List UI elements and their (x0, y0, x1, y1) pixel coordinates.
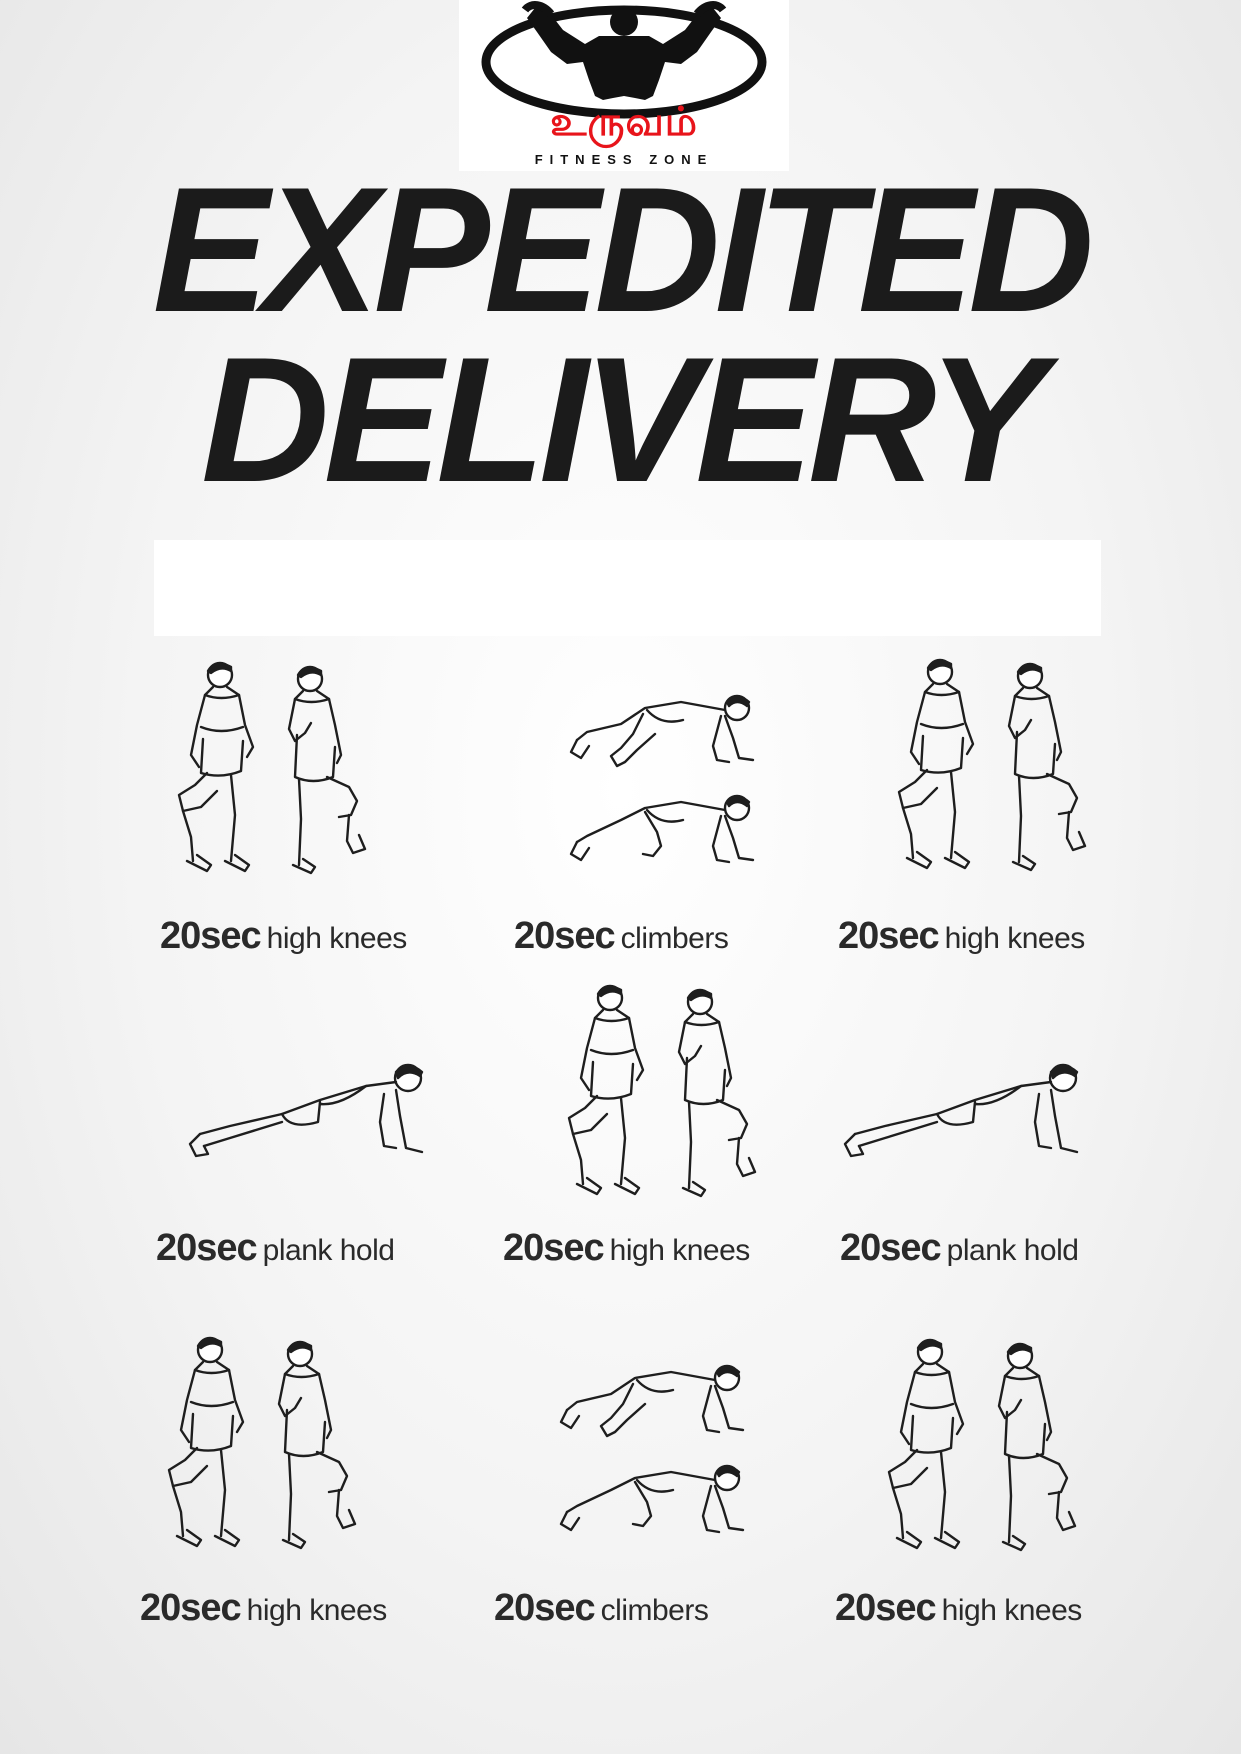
poster: உருவம் FITNESS ZONE EXPEDITED DELIVERY 2… (0, 0, 1241, 1754)
exercise-grid: 20sec high knees 20sec climbers 20sec high … (0, 0, 1241, 1754)
exercise-caption: 20sec high knees (838, 915, 1086, 957)
exercise-card (800, 1060, 1130, 1200)
exercise-name: high knees (941, 1594, 1083, 1627)
exercise-duration: 20sec (494, 1587, 596, 1629)
exercise-card (810, 1332, 1140, 1572)
high-knees-icon (567, 984, 757, 1198)
exercise-caption: 20sec plank hold (156, 1227, 395, 1269)
plank-hold-icon (843, 1063, 1079, 1158)
exercise-duration: 20sec (514, 915, 616, 957)
high-knees-icon (167, 1336, 357, 1550)
exercise-card (480, 1350, 810, 1570)
exercise-duration: 20sec (160, 915, 262, 957)
exercise-name: plank hold (946, 1234, 1079, 1267)
exercise-name: high knees (266, 922, 408, 955)
exercise-duration: 20sec (840, 1227, 942, 1269)
exercise-duration: 20sec (140, 1587, 242, 1629)
exercise-name: climbers (600, 1594, 709, 1627)
exercise-caption: 20sec climbers (494, 1587, 709, 1629)
climbers-icon (569, 694, 755, 864)
exercise-card (100, 655, 430, 895)
exercise-card (820, 652, 1150, 892)
climbers-icon (559, 1364, 745, 1534)
exercise-caption: 20sec high knees (503, 1227, 751, 1269)
exercise-card (490, 978, 820, 1218)
exercise-duration: 20sec (835, 1587, 937, 1629)
exercise-caption: 20sec plank hold (840, 1227, 1079, 1269)
exercise-card (490, 680, 820, 900)
high-knees-icon (887, 1338, 1077, 1552)
exercise-caption: 20sec high knees (835, 1587, 1083, 1629)
exercise-duration: 20sec (503, 1227, 605, 1269)
high-knees-icon (897, 658, 1087, 872)
exercise-name: climbers (620, 922, 729, 955)
exercise-card (90, 1330, 420, 1570)
exercise-caption: 20sec high knees (160, 915, 408, 957)
exercise-name: high knees (609, 1234, 751, 1267)
exercise-name: high knees (944, 922, 1086, 955)
exercise-caption: 20sec climbers (514, 915, 729, 957)
exercise-duration: 20sec (156, 1227, 258, 1269)
exercise-caption: 20sec high knees (140, 1587, 388, 1629)
plank-hold-icon (188, 1063, 424, 1158)
exercise-name: high knees (246, 1594, 388, 1627)
exercise-card (145, 1060, 475, 1200)
exercise-duration: 20sec (838, 915, 940, 957)
exercise-name: plank hold (262, 1234, 395, 1267)
high-knees-icon (177, 661, 367, 875)
